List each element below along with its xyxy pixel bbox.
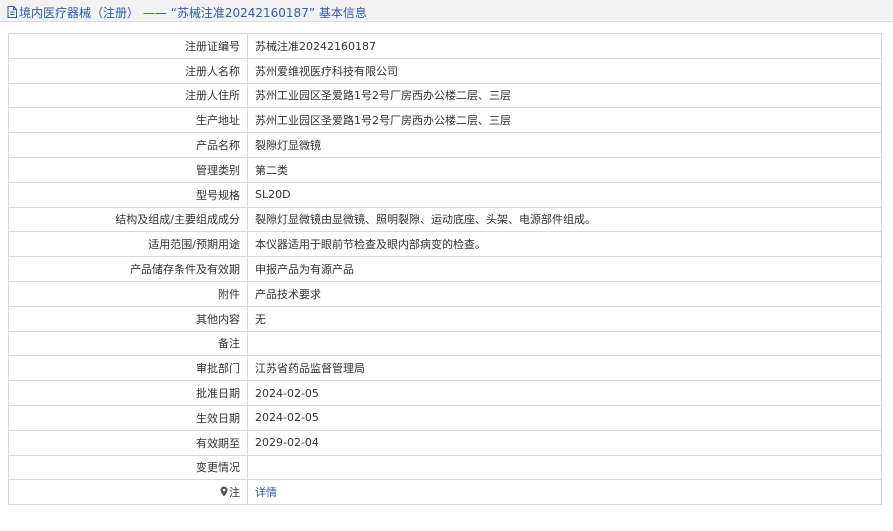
row-value: SL20D [247, 181, 882, 208]
row-value: 苏州工业园区圣爱路1号2号厂房西办公楼二层、三层 [247, 107, 882, 134]
row-label: 注册人名称 [8, 57, 248, 84]
table-row: 注册证编号 苏械注准20242160187 [8, 33, 882, 59]
row-label: 管理类别 [8, 156, 248, 183]
details-link[interactable]: 详情 [255, 486, 277, 499]
pin-icon [220, 486, 228, 500]
table-row: 注册人住所 苏州工业园区圣爱路1号2号厂房西办公楼二层、三层 [8, 82, 882, 109]
table-row: 附件 产品技术要求 [8, 280, 882, 307]
table-row-note: 注 详情 [8, 479, 882, 506]
note-value-cell: 详情 [247, 479, 882, 506]
table-row: 适用范围/预期用途 本仪器适用于眼前节检查及眼内部病变的检查。 [8, 231, 882, 258]
note-label-cell: 注 [8, 479, 248, 506]
note-label: 注 [229, 486, 240, 500]
row-label: 注册证编号 [8, 33, 248, 59]
row-value: 江苏省药品监督管理局 [247, 355, 882, 382]
row-label: 附件 [8, 280, 248, 307]
row-label: 型号规格 [8, 181, 248, 208]
row-value: 申报产品为有源产品 [247, 256, 882, 282]
row-value: 裂隙灯显微镜由显微镜、照明裂隙、运动底座、头架、电源部件组成。 [247, 206, 882, 233]
table-row: 变更情况 [8, 454, 882, 481]
table-row: 备注 [8, 330, 882, 357]
document-icon [7, 6, 17, 18]
row-label: 注册人住所 [8, 82, 248, 109]
row-value: 产品技术要求 [247, 280, 882, 307]
row-label: 结构及组成/主要组成成分 [8, 206, 248, 233]
row-label: 变更情况 [8, 454, 248, 481]
row-label: 生产地址 [8, 107, 248, 134]
row-value: 本仪器适用于眼前节检查及眼内部病变的检查。 [247, 231, 882, 258]
row-label: 审批部门 [8, 355, 248, 382]
info-table: 注册证编号 苏械注准20242160187 注册人名称 苏州爱维视医疗科技有限公司 注册… [8, 33, 882, 506]
page-title: 境内医疗器械（注册） —— “苏械注准20242160187” 基本信息 [19, 6, 367, 20]
table-row: 审批部门 江苏省药品监督管理局 [8, 355, 882, 382]
table-row: 产品储存条件及有效期 申报产品为有源产品 [8, 256, 882, 282]
row-label: 有效期至 [8, 429, 248, 456]
info-table-body: 注册证编号 苏械注准20242160187 注册人名称 苏州爱维视医疗科技有限公司 注册… [8, 33, 882, 506]
row-value: 2024-02-05 [247, 404, 882, 431]
row-value: 无 [247, 305, 882, 332]
header-title-row: 境内医疗器械（注册） —— “苏械注准20242160187” 基本信息 [7, 4, 367, 21]
row-value: 第二类 [247, 156, 882, 183]
page-header: 境内医疗器械（注册） —— “苏械注准20242160187” 基本信息 [0, 0, 893, 22]
row-value: 裂隙灯显微镜 [247, 132, 882, 158]
row-value: 2024-02-05 [247, 380, 882, 406]
table-row: 生效日期 2024-02-05 [8, 404, 882, 431]
table-row: 批准日期 2024-02-05 [8, 380, 882, 406]
table-row: 有效期至 2029-02-04 [8, 429, 882, 456]
table-row: 型号规格 SL20D [8, 181, 882, 208]
table-row: 结构及组成/主要组成成分 裂隙灯显微镜由显微镜、照明裂隙、运动底座、头架、电源部件… [8, 206, 882, 233]
table-row: 产品名称 裂隙灯显微镜 [8, 132, 882, 158]
row-value [247, 330, 882, 357]
table-row: 注册人名称 苏州爱维视医疗科技有限公司 [8, 57, 882, 84]
row-value: 2029-02-04 [247, 429, 882, 456]
table-row: 其他内容无 [8, 305, 882, 332]
row-label: 产品名称 [8, 132, 248, 158]
row-value [247, 454, 882, 481]
row-label: 其他内容 [8, 305, 248, 332]
row-label: 备注 [8, 330, 248, 357]
table-row: 生产地址 苏州工业园区圣爱路1号2号厂房西办公楼二层、三层 [8, 107, 882, 134]
row-value: 苏械注准20242160187 [247, 33, 882, 59]
row-label: 批准日期 [8, 380, 248, 406]
row-label: 适用范围/预期用途 [8, 231, 248, 258]
table-row: 管理类别 第二类 [8, 156, 882, 183]
row-label: 生效日期 [8, 404, 248, 431]
row-label: 产品储存条件及有效期 [8, 256, 248, 282]
row-value: 苏州工业园区圣爱路1号2号厂房西办公楼二层、三层 [247, 82, 882, 109]
row-value: 苏州爱维视医疗科技有限公司 [247, 57, 882, 84]
